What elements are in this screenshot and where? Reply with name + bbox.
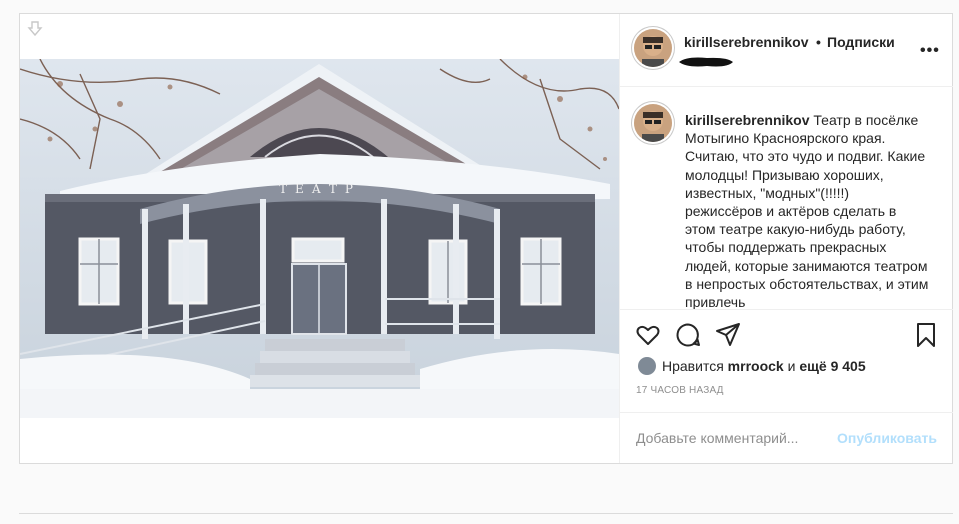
separator-dot: • bbox=[816, 34, 821, 50]
post-media: ТЕАТР bbox=[20, 14, 619, 463]
comment-icon[interactable] bbox=[675, 322, 701, 348]
likes-prefix: Нравится bbox=[662, 358, 724, 374]
post-caption: kirillserebrennikov Театр в посёлке Моты… bbox=[620, 87, 953, 309]
instagram-post: ТЕАТР kirillserebrennikov • Подписки •••… bbox=[19, 13, 953, 464]
heart-icon[interactable] bbox=[635, 322, 661, 348]
caption-text-block: kirillserebrennikov Театр в посёлке Моты… bbox=[685, 111, 930, 309]
follow-status-button[interactable]: Подписки bbox=[827, 34, 895, 50]
comment-bar: Добавьте комментарий... Опубликовать bbox=[620, 412, 953, 461]
likes-count-link[interactable]: ещё 9 405 bbox=[799, 358, 865, 374]
redacted-location bbox=[679, 57, 733, 67]
publish-button[interactable]: Опубликовать bbox=[837, 430, 937, 446]
share-icon[interactable] bbox=[715, 322, 741, 348]
theatre-sign: ТЕАТР bbox=[279, 182, 361, 196]
author-avatar[interactable] bbox=[634, 29, 672, 67]
theatre-photo-image: ТЕАТР bbox=[20, 59, 619, 418]
author-username[interactable]: kirillserebrennikov bbox=[684, 34, 809, 50]
liker-username[interactable]: mrroock bbox=[728, 358, 784, 374]
likes-text: Нравится mrroock и ещё 9 405 bbox=[662, 358, 866, 374]
divider bbox=[19, 513, 953, 514]
post-header: kirillserebrennikov • Подписки ••• bbox=[620, 14, 953, 87]
post-timestamp[interactable]: 17 ЧАСОВ НАЗАД bbox=[636, 385, 724, 396]
post-photo[interactable]: ТЕАТР bbox=[20, 59, 619, 418]
more-icon[interactable]: ••• bbox=[920, 42, 940, 60]
download-icon[interactable] bbox=[26, 20, 44, 38]
liker-avatar[interactable] bbox=[638, 357, 656, 375]
bookmark-icon[interactable] bbox=[913, 322, 939, 348]
post-actions: Нравится mrroock и ещё 9 405 17 ЧАСОВ НА… bbox=[620, 309, 953, 460]
caption-author-avatar[interactable] bbox=[634, 104, 672, 142]
comment-input[interactable]: Добавьте комментарий... bbox=[636, 430, 798, 446]
likes-and: и bbox=[787, 358, 796, 374]
post-sidebar: kirillserebrennikov • Подписки ••• kiril… bbox=[619, 14, 953, 463]
caption-body: Театр в посёлке Мотыгино Красноярского к… bbox=[685, 112, 929, 309]
caption-author-username[interactable]: kirillserebrennikov bbox=[685, 112, 810, 128]
